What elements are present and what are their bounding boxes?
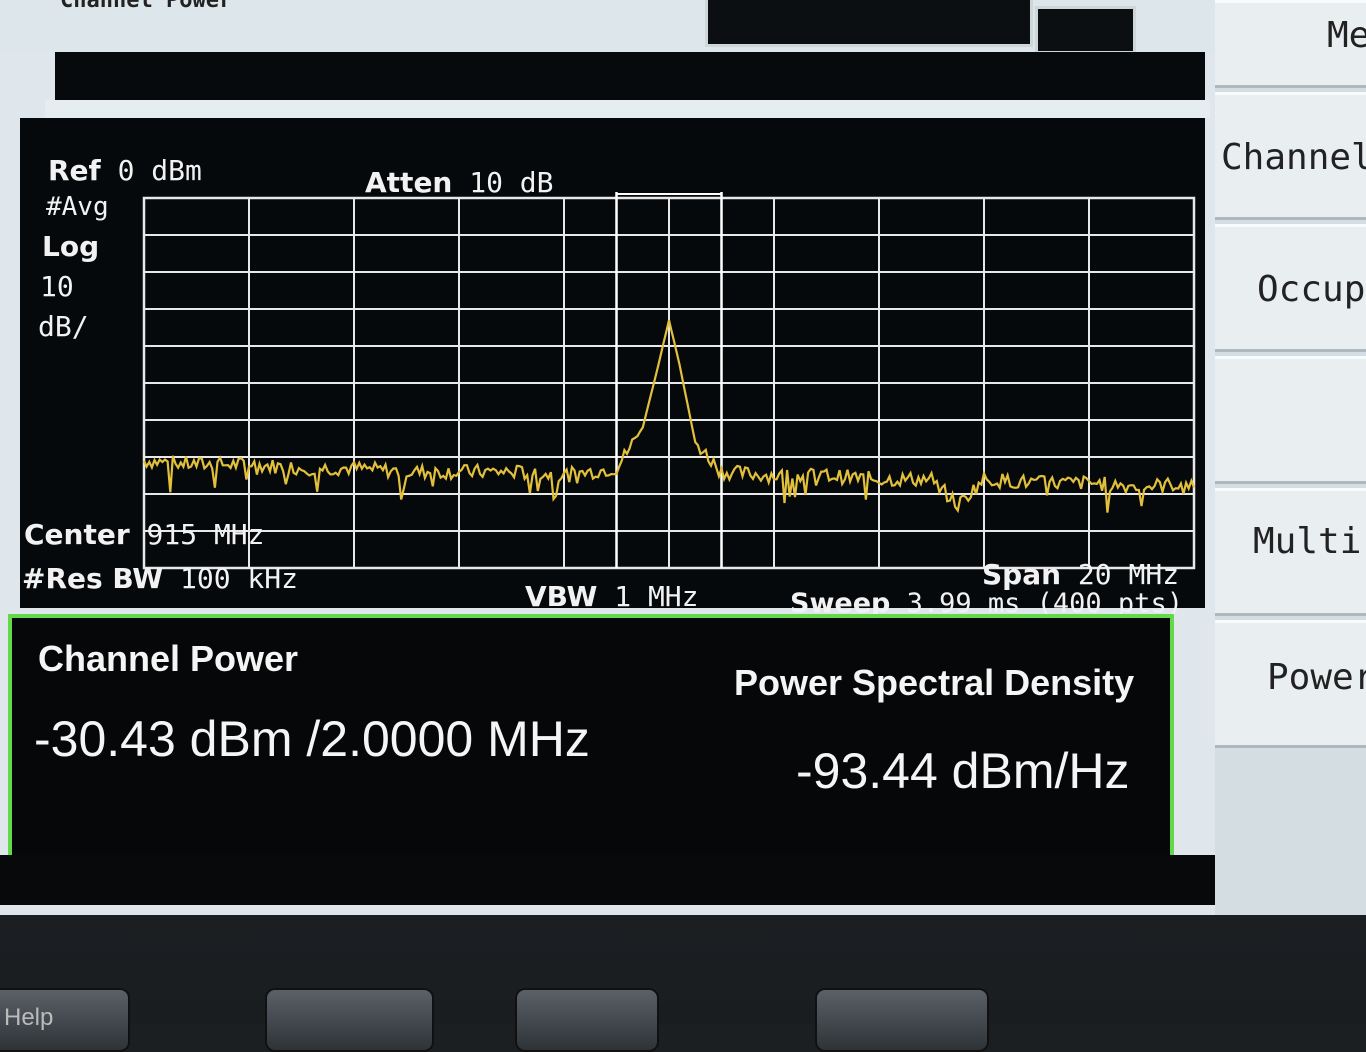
log-label: Log <box>42 230 100 263</box>
scale-number: 10 <box>40 270 74 303</box>
softkey-label: Multi Ca <box>1253 521 1366 562</box>
video-bandwidth: VBW 1 MHz <box>525 580 699 613</box>
measurement-results: Channel Power -30.43 dBm /2.0000 MHz Pow… <box>8 614 1174 882</box>
softkey-power-stat[interactable]: Power <box>1215 620 1366 748</box>
front-key[interactable] <box>515 988 659 1052</box>
atten-value: 10 dB <box>469 166 554 199</box>
span-label: Span <box>982 558 1062 591</box>
scale-unit: dB/ <box>38 310 89 343</box>
help-key-label: Help <box>4 1004 54 1031</box>
softkey-label: Power <box>1267 657 1366 698</box>
softkey-blank[interactable] <box>1215 356 1366 484</box>
ref-level: Ref 0 dBm <box>48 154 202 187</box>
vbw-label: VBW <box>525 580 598 613</box>
vbw-value: 1 MHz <box>614 580 699 613</box>
softkey-label: Occup <box>1257 269 1366 310</box>
attenuation: Atten 10 dB <box>365 166 554 199</box>
measurement-title: Channel Power <box>60 0 233 13</box>
center-label: Center <box>24 518 130 551</box>
res-bw-value: 100 kHz <box>179 562 298 595</box>
softkey-channel-power[interactable]: Channel P <box>1215 92 1366 220</box>
softkey-measure[interactable]: Me <box>1215 0 1366 88</box>
status-box-small <box>1035 6 1136 54</box>
softkey-multi-carrier[interactable]: Multi Ca <box>1215 488 1366 616</box>
avg-indicator: #Avg <box>46 192 109 222</box>
front-panel-keys <box>0 960 1366 1052</box>
analyzer-screen: Channel Power Ref 0 dBm Atten 10 dB #Avg… <box>0 0 1366 915</box>
span-value: 20 MHz <box>1077 558 1180 591</box>
center-frequency: Center 915 MHz <box>24 518 265 551</box>
ref-label: Ref <box>48 154 101 187</box>
center-value: 915 MHz <box>146 518 265 551</box>
trace-panel: Ref 0 dBm Atten 10 dB #Avg Log 10 dB/ Ce… <box>20 118 1205 619</box>
front-key[interactable] <box>815 988 989 1052</box>
panel-divider <box>45 100 1210 118</box>
psd-value: -93.44 dBm/Hz <box>796 743 1130 799</box>
atten-label: Atten <box>365 166 453 199</box>
softkey-occupied-bw[interactable]: Occup <box>1215 224 1366 352</box>
softkey-label: Channel P <box>1221 137 1366 178</box>
resolution-bandwidth: #Res BW 100 kHz <box>22 562 298 595</box>
status-bar <box>0 855 1215 905</box>
softkey-label: Me <box>1327 15 1366 56</box>
ref-value: 0 dBm <box>117 154 202 187</box>
channel-power-label: Channel Power <box>38 638 299 679</box>
message-band <box>55 52 1205 100</box>
scale-type: Log <box>42 230 99 263</box>
channel-power-value: -30.43 dBm /2.0000 MHz <box>34 711 590 767</box>
status-box <box>705 0 1033 47</box>
frequency-span: Span 20 MHz <box>982 558 1179 591</box>
front-key[interactable] <box>265 988 434 1052</box>
softkey-menu: Me Channel P Occup Multi Ca Power <box>1215 0 1366 915</box>
res-bw-label: #Res BW <box>22 562 164 595</box>
psd-label: Power Spectral Density <box>734 662 1135 703</box>
